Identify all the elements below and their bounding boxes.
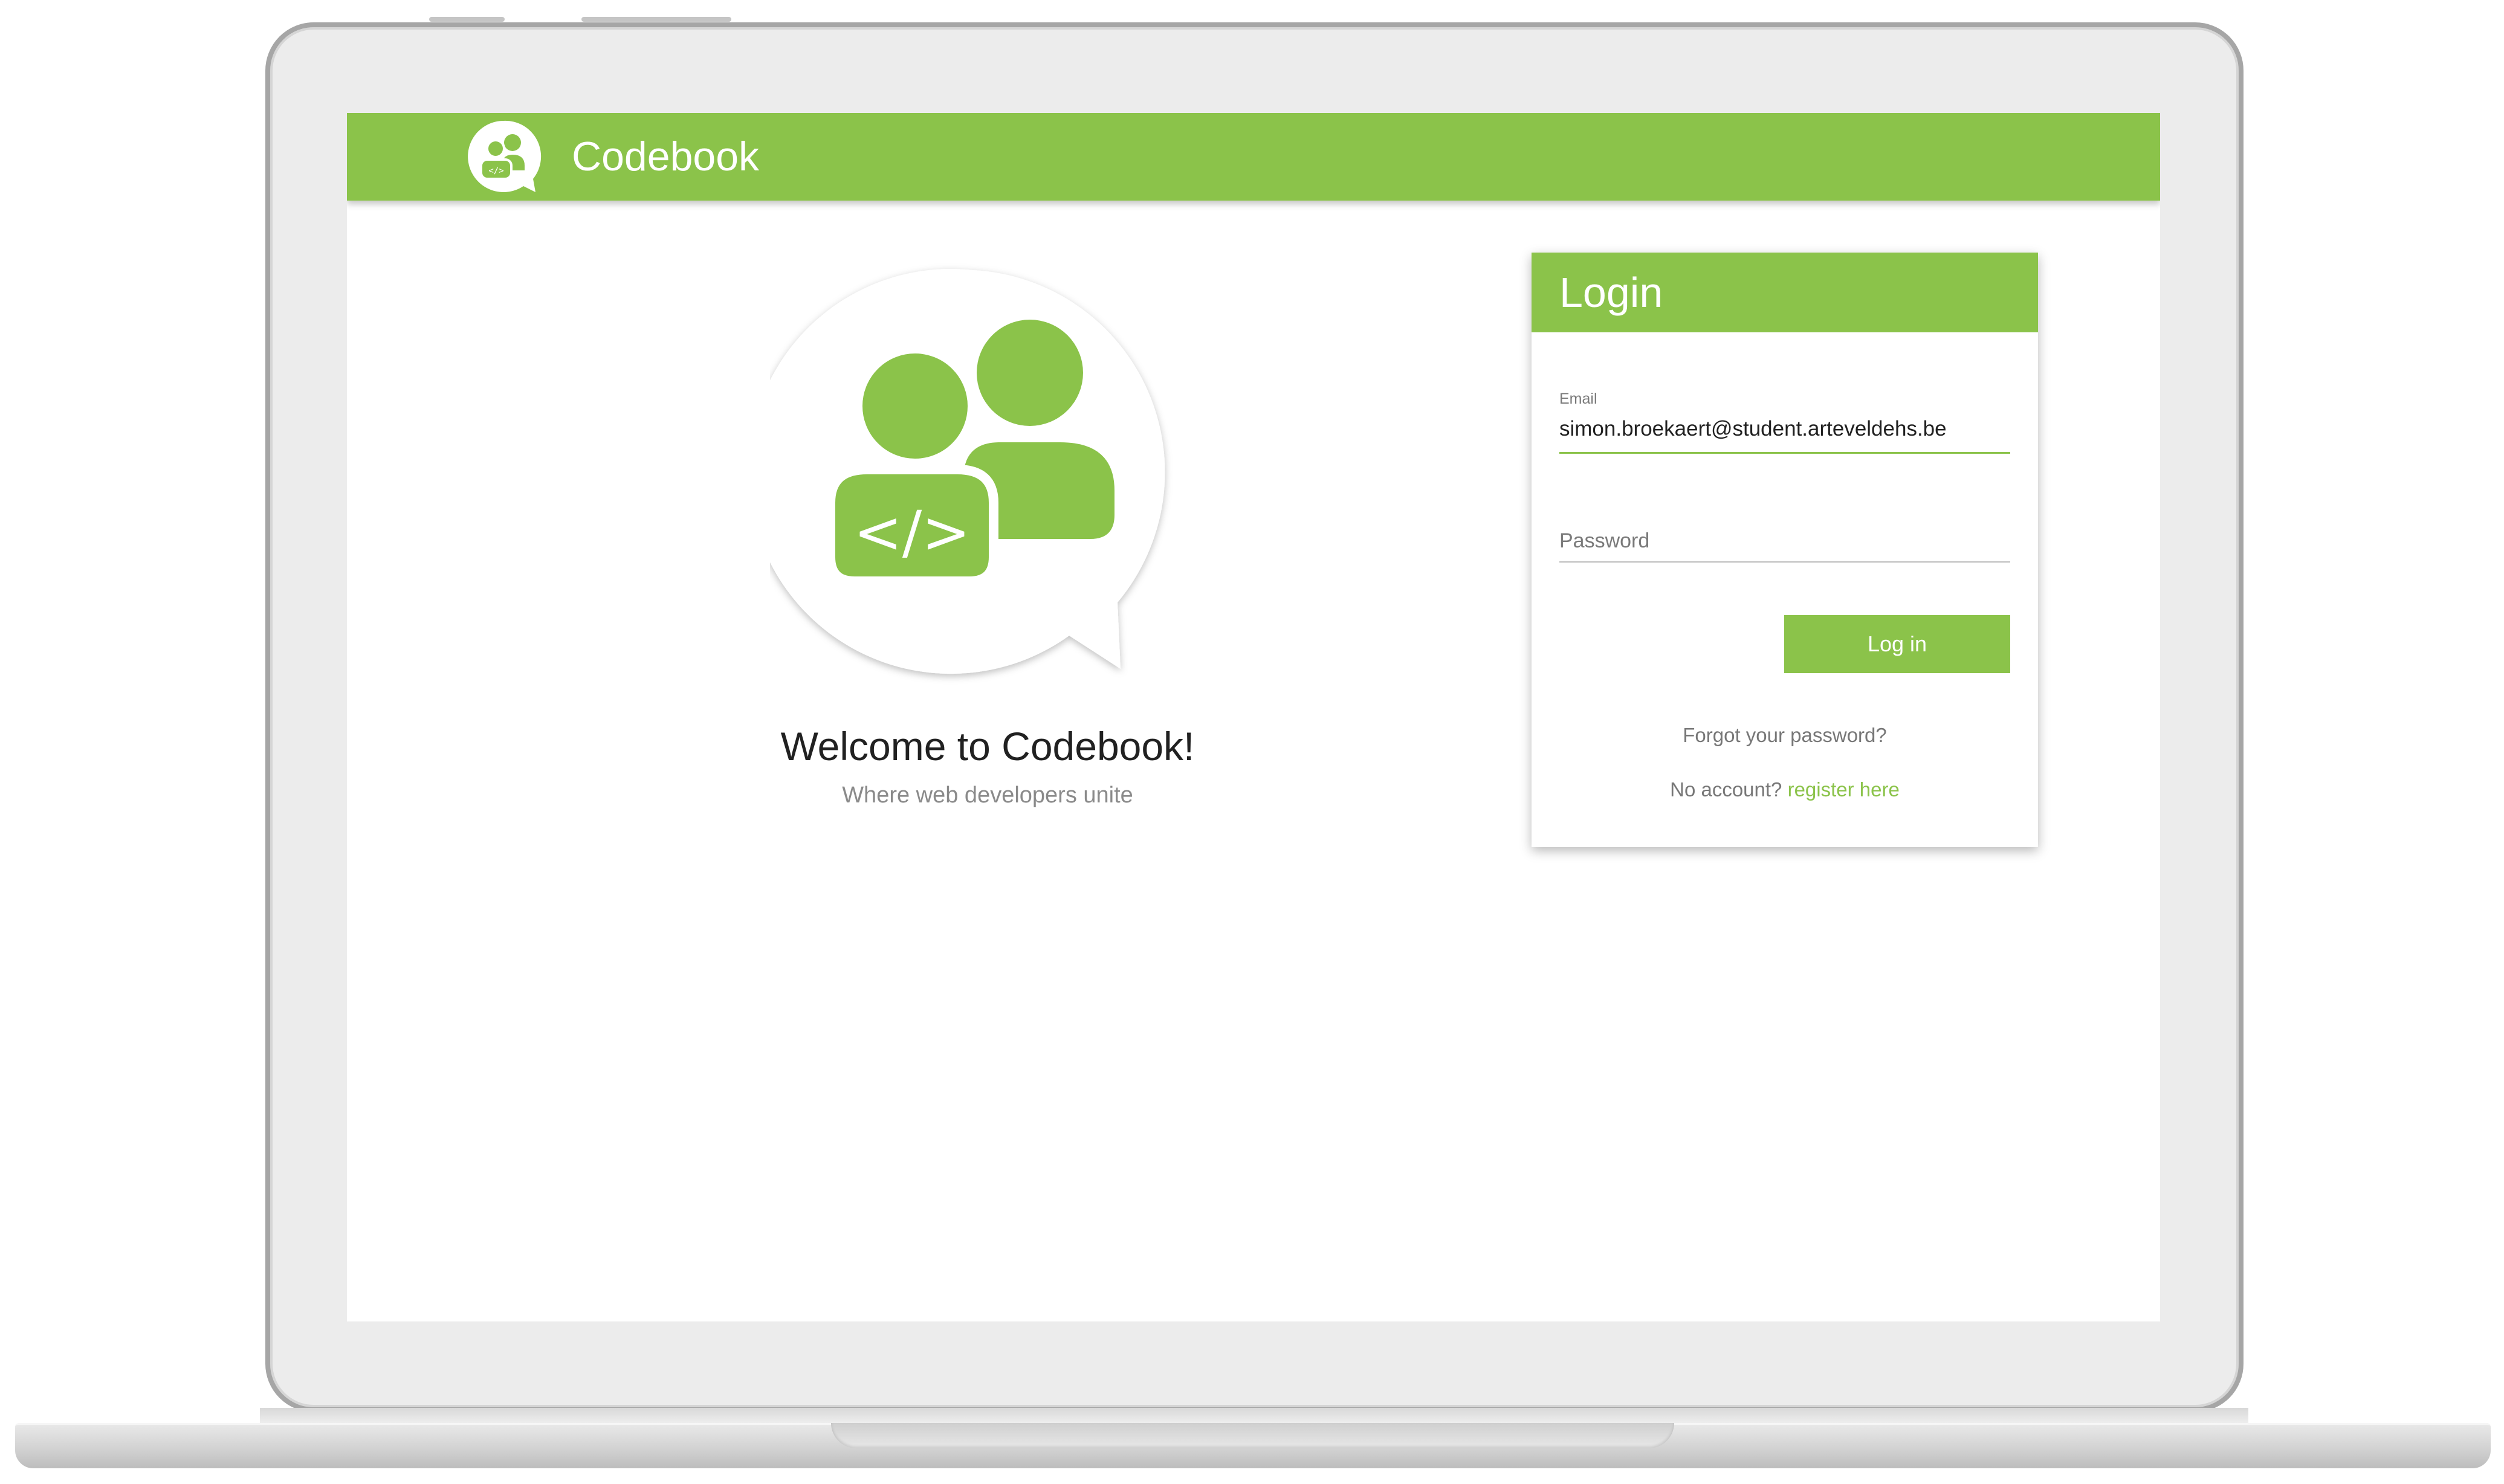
login-title: Login [1559, 269, 1663, 316]
password-field-underline [1559, 561, 2010, 563]
register-link[interactable]: register here [1788, 778, 1900, 801]
bezel-detail [581, 17, 731, 22]
welcome-heading: Welcome to Codebook! [780, 724, 1195, 769]
forgot-password-link[interactable]: Forgot your password? [1532, 724, 2038, 747]
email-field[interactable]: simon.broekaert@student.arteveldehs.be [1559, 417, 1947, 441]
no-account-row: No account? register here [1532, 778, 2038, 801]
codebook-logo-icon[interactable]: </> [465, 118, 542, 195]
login-card: Login Email simon.broekaert@student.arte… [1532, 253, 2038, 847]
tagline: Where web developers unite [842, 782, 1133, 808]
top-app-bar: </> Codebook [347, 113, 2160, 201]
email-label: Email [1559, 390, 1597, 407]
laptop-notch [831, 1423, 1674, 1448]
login-card-header: Login [1532, 253, 2038, 332]
screen: </> Codebook </> Welcome to Codebook! Wh… [347, 113, 2160, 1321]
svg-text:</>: </> [488, 166, 503, 176]
app-title[interactable]: Codebook [572, 130, 759, 183]
password-field[interactable]: Password [1559, 529, 1649, 553]
login-button[interactable]: Log in [1784, 615, 2010, 673]
email-field-underline [1559, 452, 2010, 454]
no-account-text: No account? [1670, 778, 1788, 801]
bezel-detail [429, 17, 505, 22]
code-glyph: </> [853, 498, 970, 566]
codebook-users-chat-icon: </> [770, 269, 1165, 674]
